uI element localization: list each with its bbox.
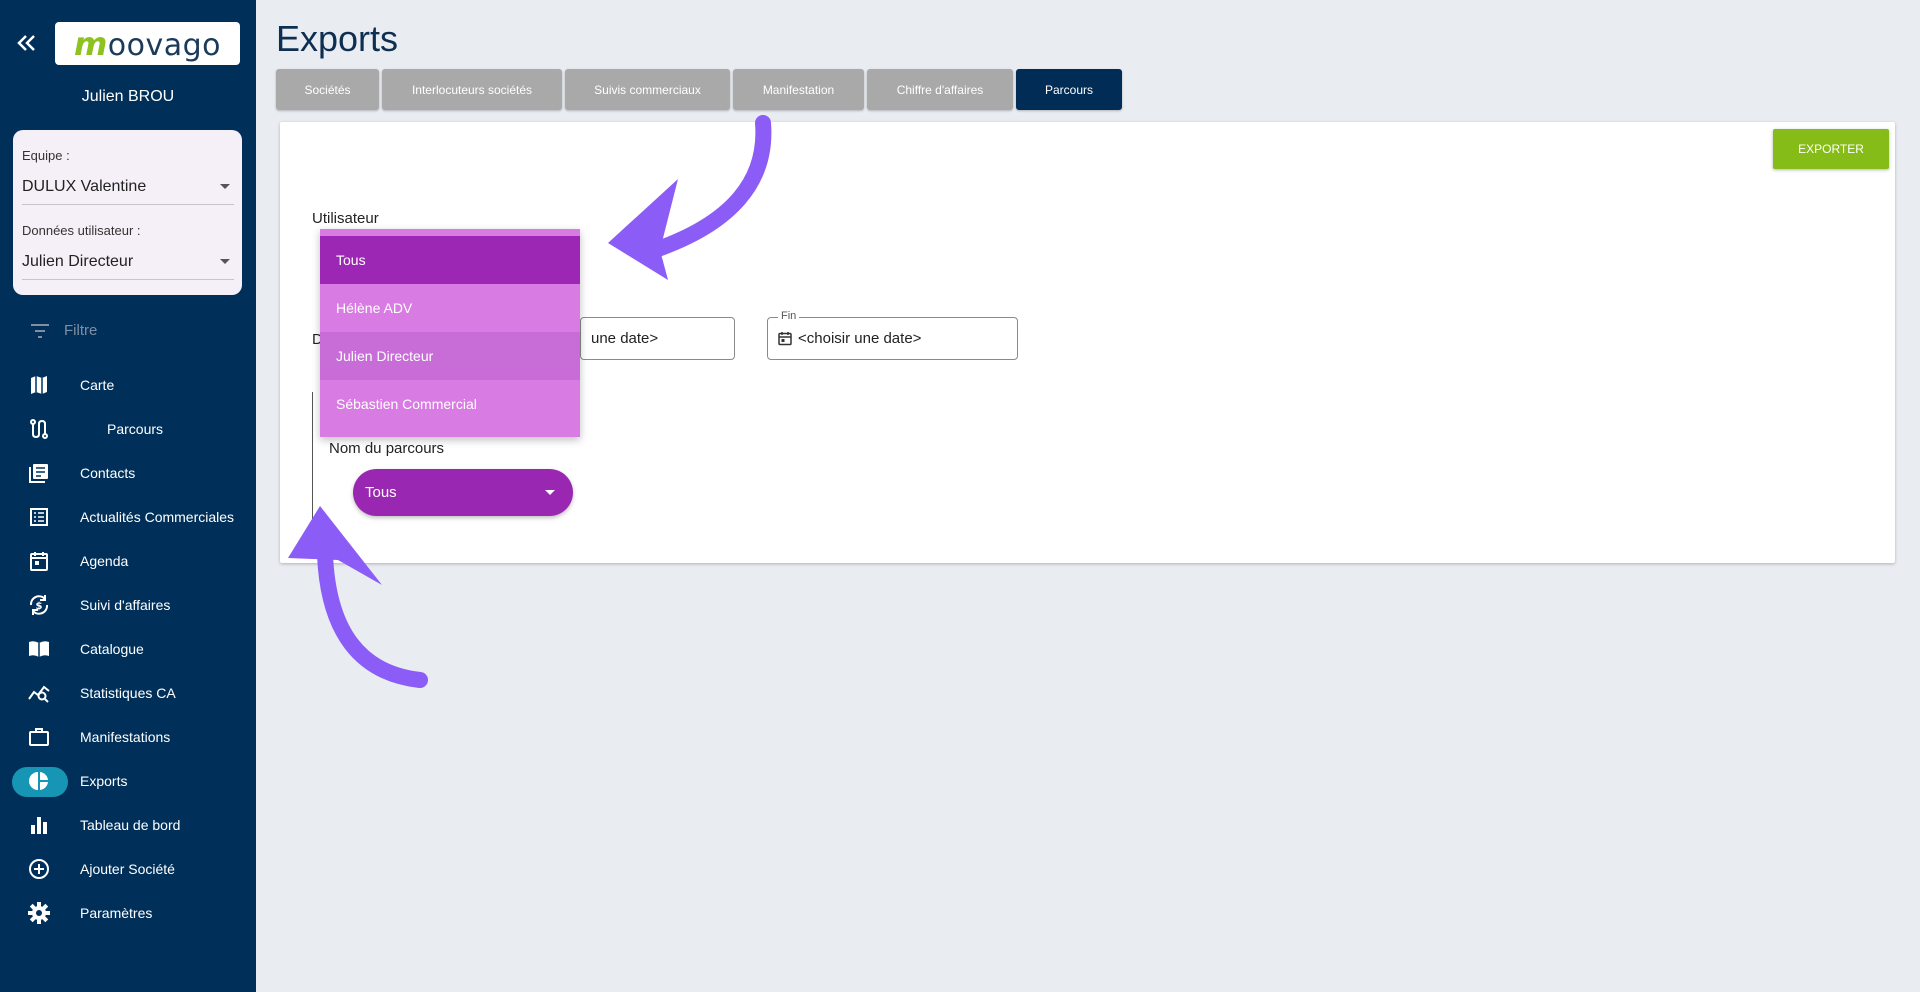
sidebar-item-manifestations[interactable]: Manifestations <box>0 715 256 759</box>
sidebar-item-label: Ajouter Société <box>80 861 175 877</box>
sidebar-item-ajouter-societe[interactable]: Ajouter Société <box>0 847 256 891</box>
tab-chiffre-affaires[interactable]: Chiffre d'affaires <box>867 69 1013 110</box>
current-user-name: Julien BROU <box>81 88 175 105</box>
tab-manifestation[interactable]: Manifestation <box>733 69 864 110</box>
sidebar-item-label: Manifestations <box>80 729 171 745</box>
moovago-logo: moovago <box>55 22 240 65</box>
filter-placeholder: Filtre <box>64 322 98 339</box>
export-tabs: Sociétés Interlocuteurs sociétés Suivis … <box>276 69 1125 110</box>
logo-letter: m <box>73 24 108 63</box>
user-data-label: Données utilisateur : <box>22 223 141 238</box>
briefcase-icon <box>28 726 50 748</box>
dropdown-option-julien-directeur[interactable]: Julien Directeur <box>320 332 580 380</box>
book-icon <box>28 638 50 660</box>
end-date-field[interactable]: Fin <choisir une date> <box>767 310 1018 360</box>
user-label: Utilisateur <box>312 210 379 227</box>
calendar-icon <box>28 550 50 572</box>
sidebar-item-catalogue[interactable]: Catalogue <box>0 627 256 671</box>
collapse-sidebar-icon[interactable] <box>14 30 40 56</box>
filter-input[interactable]: Filtre <box>30 322 97 339</box>
sidebar-item-label: Agenda <box>80 553 129 569</box>
tab-suivis-commerciaux[interactable]: Suivis commerciaux <box>565 69 730 110</box>
calendar-icon <box>778 332 792 346</box>
caret-down-icon <box>545 490 555 495</box>
sidebar-item-label: Catalogue <box>80 641 144 657</box>
sidebar-item-label: Exports <box>80 773 128 789</box>
sidebar-item-statistiques[interactable]: Statistiques CA <box>0 671 256 715</box>
section-divider <box>312 392 313 532</box>
news-icon <box>28 506 50 528</box>
end-date-legend: Fin <box>778 310 800 322</box>
sidebar-item-tableau-de-bord[interactable]: Tableau de bord <box>0 803 256 847</box>
map-icon <box>28 374 50 396</box>
sidebar-item-exports[interactable]: Exports <box>0 759 256 803</box>
sidebar-item-label: Paramètres <box>80 905 153 921</box>
dropdown-option-tous[interactable]: Tous <box>320 236 580 284</box>
team-select-value: DULUX Valentine <box>22 178 147 195</box>
page-title: Exports <box>276 18 399 59</box>
sidebar-item-carte[interactable]: Carte <box>0 363 256 407</box>
tab-interlocuteurs[interactable]: Interlocuteurs sociétés <box>382 69 562 110</box>
tab-societes[interactable]: Sociétés <box>276 69 379 110</box>
svg-text:$: $ <box>36 601 43 612</box>
user-data-select[interactable]: Julien Directeur <box>22 253 234 280</box>
start-date-value: une date> <box>591 330 659 347</box>
logo-text: oovago <box>107 27 222 63</box>
team-select[interactable]: DULUX Valentine <box>22 178 234 205</box>
route-name-select[interactable]: Tous <box>353 469 573 516</box>
caret-down-icon <box>220 259 230 264</box>
stats-search-icon <box>28 682 50 704</box>
team-label: Equipe : <box>22 148 70 163</box>
sidebar-item-label: Tableau de bord <box>80 817 181 833</box>
sidebar-item-label: Contacts <box>80 465 136 481</box>
route-name-select-value: Tous <box>365 484 397 501</box>
add-circle-icon <box>28 858 50 880</box>
sidebar-item-label: Actualités Commerciales <box>80 509 235 525</box>
sidebar-item-contacts[interactable]: Contacts <box>0 451 256 495</box>
sidebar-item-parametres[interactable]: Paramètres <box>0 891 256 935</box>
tab-parcours[interactable]: Parcours <box>1016 69 1122 110</box>
sidebar-item-agenda[interactable]: Agenda <box>0 539 256 583</box>
caret-down-icon <box>220 184 230 189</box>
sidebar-item-label: Suivi d'affaires <box>80 597 171 613</box>
route-icon <box>28 418 50 440</box>
export-button[interactable]: EXPORTER <box>1773 129 1889 169</box>
sidebar-item-parcours[interactable]: Parcours <box>0 407 256 451</box>
sidebar-item-suivi-affaires[interactable]: $ Suivi d'affaires <box>0 583 256 627</box>
end-date-value: <choisir une date> <box>798 330 922 347</box>
sidebar-item-label: Parcours <box>107 421 164 437</box>
sidebar: moovago Julien BROU Equipe : DULUX Valen… <box>0 0 256 992</box>
sidebar-nav: Carte Parcours Contacts Actualités Comme… <box>0 363 256 935</box>
user-dropdown-menu: Tous Hélène ADV Julien Directeur Sébasti… <box>320 229 580 437</box>
pie-chart-icon <box>28 770 50 792</box>
user-data-select-value: Julien Directeur <box>22 253 134 270</box>
filter-icon <box>31 323 49 338</box>
sidebar-item-label: Statistiques CA <box>80 685 176 701</box>
dropdown-option-sebastien-commercial[interactable]: Sébastien Commercial <box>320 380 580 428</box>
context-selector-card: Equipe : DULUX Valentine Données utilisa… <box>13 130 242 295</box>
dropdown-option-helene-adv[interactable]: Hélène ADV <box>320 284 580 332</box>
bar-chart-icon <box>28 814 50 836</box>
start-date-field[interactable]: une date> <box>580 317 735 360</box>
gear-icon <box>28 902 50 924</box>
sidebar-item-actualites[interactable]: Actualités Commerciales <box>0 495 256 539</box>
contacts-icon <box>28 462 50 484</box>
route-name-label: Nom du parcours <box>329 440 445 457</box>
dollar-sync-icon: $ <box>28 594 50 616</box>
sidebar-item-label: Carte <box>80 377 115 393</box>
